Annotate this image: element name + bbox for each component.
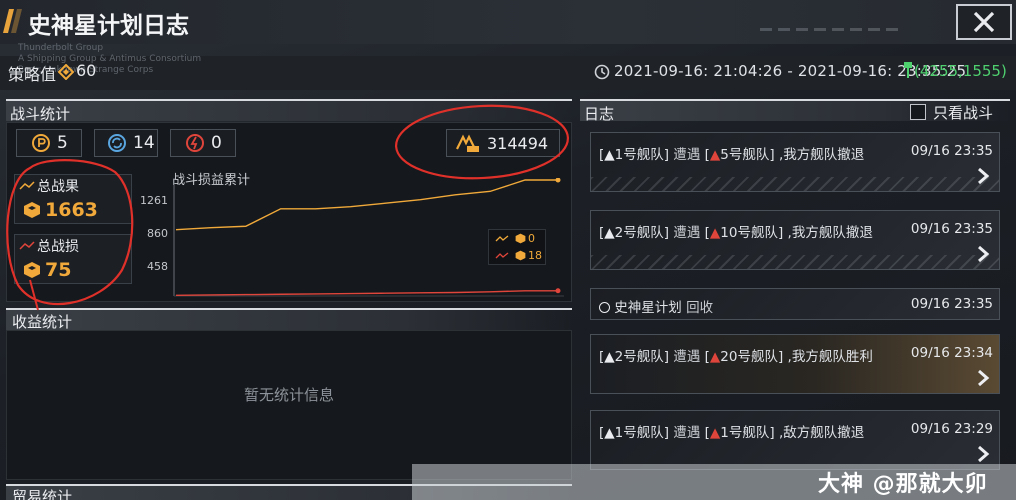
- series-gain-endpoint: [555, 178, 561, 183]
- only-battle-label[interactable]: 只看战斗: [933, 102, 993, 123]
- enemy-fleet-icon: ▲: [709, 225, 721, 241]
- strategy-label: 策略值: [8, 65, 57, 84]
- close-button[interactable]: [956, 4, 1012, 40]
- decorative-strips: [760, 16, 940, 31]
- log-list[interactable]: [▲1号舰队] 遭遇 [▲5号舰队] ,我方舰队撤退 09/16 23:35 […: [586, 124, 1004, 500]
- ally-fleet-icon: ▲: [604, 425, 615, 441]
- stat-counter-1: 5: [16, 129, 82, 157]
- y-tick-label: 860: [147, 227, 168, 240]
- decorative-stripes: [591, 255, 999, 269]
- legend-gain: 0: [489, 230, 545, 247]
- enemy-fleet-icon: ▲: [709, 425, 721, 441]
- stat-counter-3: 0: [170, 129, 236, 157]
- loss-line-icon: [19, 241, 35, 250]
- decorative-stripes: [591, 177, 999, 191]
- income-stats-title: 收益统计: [12, 313, 73, 331]
- exp-counter: 314494: [446, 129, 560, 157]
- gain-line-icon: [19, 181, 35, 190]
- log-entry-text: [▲2号舰队] 遭遇 [▲20号舰队] ,我方舰队胜利: [599, 349, 873, 365]
- page-title: 史神星计划日志: [28, 13, 189, 39]
- enemy-fleet-icon: ▲: [709, 349, 721, 365]
- gain-line-icon: [495, 234, 509, 241]
- log-entry-time: 09/16 23:35: [910, 221, 993, 237]
- circle-icon: [599, 302, 610, 313]
- coordinates: (4255,1555): [914, 62, 1007, 80]
- empty-message: 暂无统计信息: [243, 386, 334, 404]
- y-tick-label: 458: [147, 260, 168, 273]
- diamond-gold-icon: [58, 64, 74, 80]
- series-loss-endpoint: [555, 288, 561, 294]
- ally-fleet-icon: ▲: [604, 225, 615, 241]
- ally-fleet-icon: ▲: [604, 147, 615, 163]
- stat-counter-value: 0: [211, 133, 222, 153]
- stat-counter-value: 5: [57, 133, 68, 153]
- stat-counter-value: 14: [133, 133, 155, 153]
- total-loss-panel: 总战损 75: [14, 234, 132, 284]
- battle-stats-header: [6, 99, 572, 121]
- log-entry[interactable]: [▲2号舰队] 遭遇 [▲20号舰队] ,我方舰队胜利 09/16 23:34: [590, 334, 1000, 394]
- chevron-right-icon[interactable]: [973, 368, 993, 388]
- loss-line-icon: [495, 251, 509, 258]
- location-flag-icon: [904, 62, 912, 78]
- log-entry[interactable]: [▲1号舰队] 遭遇 [▲5号舰队] ,我方舰队撤退 09/16 23:35: [590, 132, 1000, 192]
- series-gain-line: [175, 179, 560, 231]
- log-entry[interactable]: 史神星计划 回收 09/16 23:35: [590, 288, 1000, 320]
- log-entry-time: 09/16 23:35: [910, 143, 993, 159]
- exp-value: 314494: [487, 133, 549, 153]
- log-entry-text: [▲1号舰队] 遭遇 [▲5号舰队] ,我方舰队撤退: [599, 147, 865, 163]
- total-loss-label: 总战损: [37, 239, 79, 255]
- income-stats-panel: [6, 330, 572, 480]
- log-entry-text: [▲1号舰队] 遭遇 [▲1号舰队] ,敌方舰队撤退: [599, 425, 865, 441]
- cycle-icon: [108, 134, 126, 152]
- log-entry-time: 09/16 23:35: [910, 296, 993, 312]
- coin-p-icon: [32, 134, 50, 152]
- strategy-value: 60: [76, 61, 97, 80]
- total-gain-label: 总战果: [37, 179, 79, 195]
- total-gain-panel: 总战果 1663: [14, 174, 132, 224]
- watermark-text: 大神 @那就大卯: [818, 472, 988, 497]
- log-entry[interactable]: [▲1号舰队] 遭遇 [▲1号舰队] ,敌方舰队撤退 09/16 23:29: [590, 410, 1000, 470]
- chevron-right-icon[interactable]: [973, 444, 993, 464]
- gold-cube-icon: [515, 233, 526, 244]
- series-loss-line: [175, 290, 560, 297]
- log-entry-text: [▲2号舰队] 遭遇 [▲10号舰队] ,我方舰队撤退: [599, 225, 873, 241]
- log-entry-time: 09/16 23:34: [910, 345, 993, 361]
- income-stats-header: [6, 308, 572, 330]
- legend-gain-value: 0: [528, 232, 535, 245]
- log-title: 日志: [584, 105, 615, 123]
- gold-cube-icon: [24, 262, 40, 278]
- enemy-fleet-icon: ▲: [709, 147, 721, 163]
- gold-cube-icon: [24, 202, 40, 218]
- log-entry-time: 09/16 23:29: [910, 421, 993, 437]
- chart-legend: 0 18: [488, 229, 546, 265]
- log-entry-text: 史神星计划 回收: [599, 296, 713, 316]
- exp-icon: [456, 134, 479, 152]
- only-battle-checkbox[interactable]: [910, 104, 926, 120]
- gold-cube-icon: [515, 250, 526, 261]
- legend-loss: 18: [489, 247, 545, 264]
- legend-loss-value: 18: [528, 249, 542, 262]
- destroy-icon: [186, 134, 204, 152]
- total-loss-value: 75: [45, 259, 72, 281]
- clock-icon: [594, 64, 610, 80]
- battle-stats-title: 战斗统计: [10, 105, 71, 123]
- stat-counter-2: 14: [94, 129, 158, 157]
- total-gain-value: 1663: [45, 199, 98, 221]
- close-icon: [973, 11, 995, 33]
- trade-stats-title: 贸易统计: [12, 488, 73, 500]
- log-entry[interactable]: [▲2号舰队] 遭遇 [▲10号舰队] ,我方舰队撤退 09/16 23:35: [590, 210, 1000, 270]
- y-tick-label: 1261: [140, 194, 168, 207]
- ally-fleet-icon: ▲: [604, 349, 615, 365]
- title-accent-icon: [3, 9, 22, 33]
